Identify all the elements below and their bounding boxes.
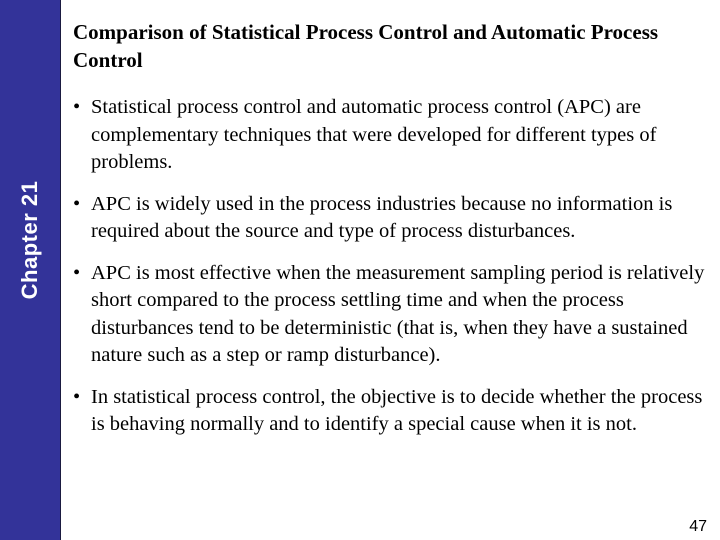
bullet-item: • Statistical process control and automa… xyxy=(73,94,718,177)
bullet-item: • APC is widely used in the process indu… xyxy=(73,191,718,246)
bullet-icon: • xyxy=(73,96,81,118)
chapter-sidebar: Chapter 21 xyxy=(0,0,61,540)
slide-title: Comparison of Statistical Process Contro… xyxy=(73,20,659,72)
chapter-label: Chapter 21 xyxy=(17,180,42,300)
bullet-item: • In statistical process control, the ob… xyxy=(73,384,718,439)
bullet-text: APC is most effective when the measureme… xyxy=(91,261,705,367)
bullet-icon: • xyxy=(73,385,81,408)
bullet-text: In statistical process control, the obje… xyxy=(91,385,703,436)
bullet-icon: • xyxy=(73,192,81,215)
bullet-icon: • xyxy=(73,261,81,284)
bullet-text: Statistical process control and automati… xyxy=(91,96,657,173)
slide: Chapter 21 Comparison of Statistical Pro… xyxy=(0,0,720,540)
bullet-list: • Statistical process control and automa… xyxy=(73,94,718,453)
page-number: 47 xyxy=(689,518,707,535)
bullet-item: • APC is most effective when the measure… xyxy=(73,260,718,370)
bullet-text: APC is widely used in the process indust… xyxy=(91,192,673,243)
